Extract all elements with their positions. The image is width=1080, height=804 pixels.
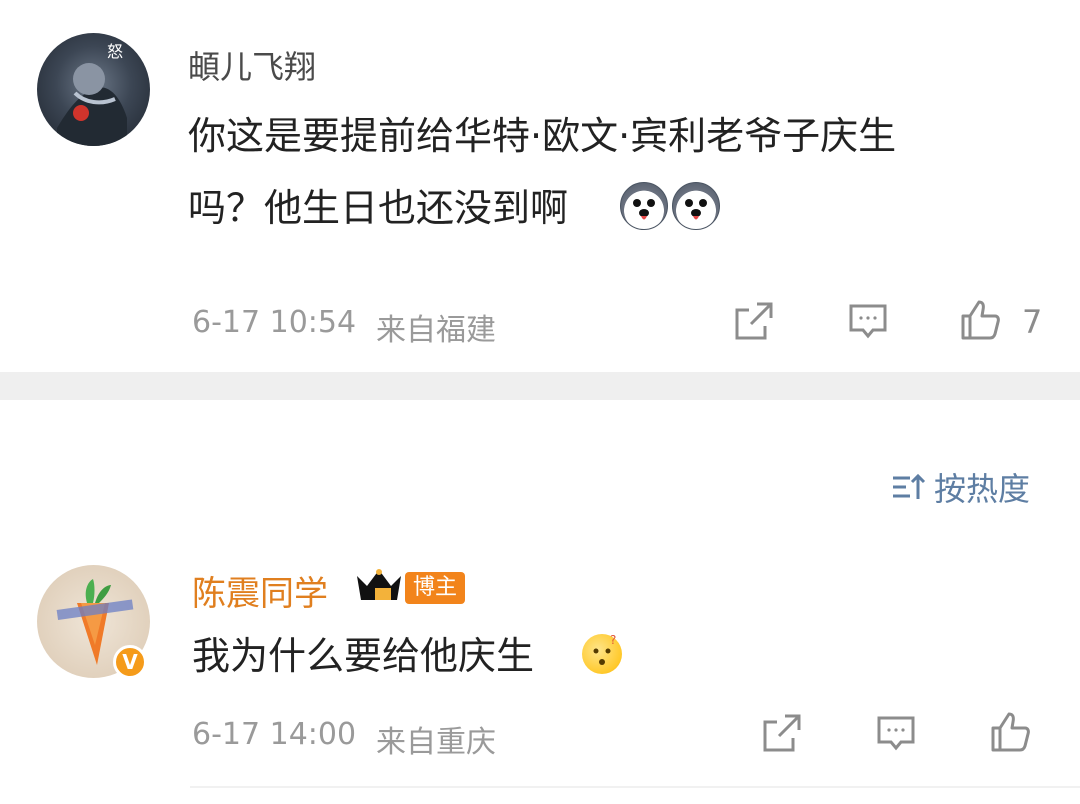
- comment-icon[interactable]: [845, 298, 891, 344]
- sort-toggle[interactable]: 按热度: [890, 464, 1030, 510]
- like-count: 7: [1022, 303, 1043, 341]
- comment-icon[interactable]: [873, 710, 919, 756]
- comment-text: 我为什么要给他庆生: [192, 634, 535, 678]
- thinking-emoji-icon: ?: [582, 633, 622, 674]
- like-icon[interactable]: [957, 296, 1003, 342]
- comment-location: 来自重庆: [376, 725, 496, 760]
- blogger-badge: 博主: [405, 572, 466, 604]
- husky-emoji-icon: [620, 182, 668, 230]
- section-separator: [0, 372, 1080, 400]
- repost-icon[interactable]: [731, 298, 777, 344]
- svg-text:?: ?: [610, 634, 616, 647]
- comment-text-line: 你这是要提前给华特·欧文·宾利老爷子庆生: [188, 114, 897, 158]
- username[interactable]: 陈震同学: [192, 566, 328, 615]
- comment-item: 怒 頔儿飞翔 你这是要提前给华特·欧文·宾利老爷子庆生 吗？他生日也还没到啊 6…: [0, 0, 1080, 372]
- sort-label: 按热度: [934, 470, 1031, 508]
- avatar[interactable]: 怒: [37, 33, 150, 146]
- avatar-art-icon: 怒: [57, 42, 127, 146]
- crown-icon: [353, 566, 405, 606]
- verified-badge-icon: V: [113, 645, 147, 679]
- repost-icon[interactable]: [759, 710, 805, 756]
- husky-emoji-icon: [672, 182, 720, 230]
- comment-text-line: 吗？他生日也还没到啊: [188, 186, 569, 230]
- comment-location: 来自福建: [376, 313, 496, 348]
- bottom-divider: [190, 786, 1080, 788]
- username[interactable]: 頔儿飞翔: [188, 42, 316, 88]
- sort-icon: [893, 473, 926, 499]
- like-icon[interactable]: [987, 708, 1033, 754]
- comment-time: 6-17 10:54: [192, 305, 357, 340]
- svg-text:怒: 怒: [107, 42, 123, 61]
- comment-time: 6-17 14:00: [192, 717, 357, 752]
